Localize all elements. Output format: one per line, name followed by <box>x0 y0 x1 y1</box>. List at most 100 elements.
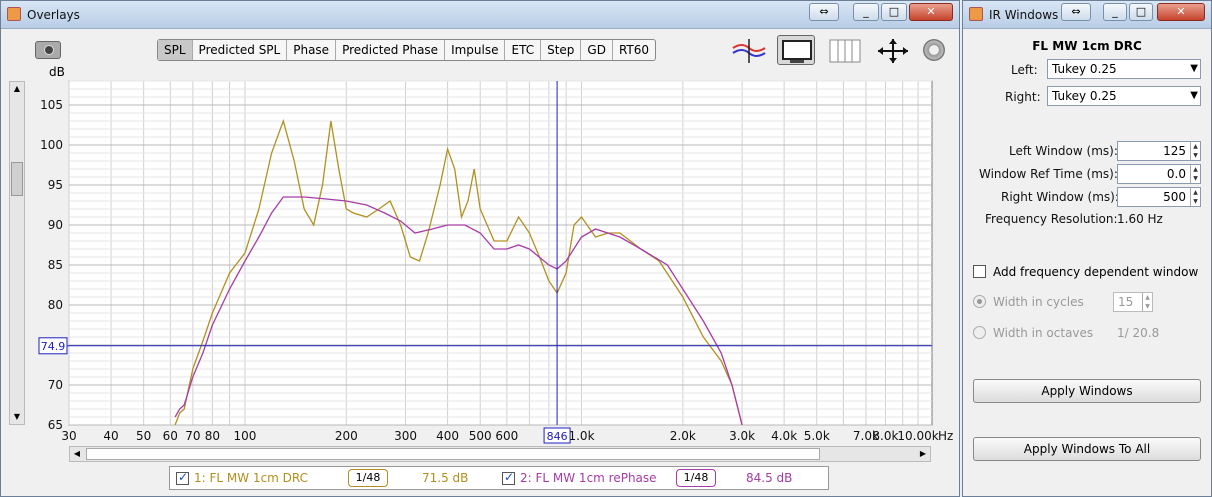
ir-maximize-button[interactable]: □ <box>1129 3 1153 21</box>
chevron-down-icon: ▼ <box>1190 90 1198 101</box>
ir-titlebar[interactable]: IR Windows ⇔ _ □ ✕ <box>963 1 1211 29</box>
gear-icon[interactable] <box>923 39 945 61</box>
cursor-x-label: 846 <box>547 430 568 443</box>
tab-etc[interactable]: ETC <box>505 40 542 60</box>
spl-chart[interactable]: 65 70 75 80 85 90 95 100 105 30 40 50 60 70 80 100 200 30… <box>1 1 961 446</box>
ir-panel: FL MW 1cm DRC Left: Tukey 0.25 ▼ Right: … <box>969 31 1205 491</box>
left-window-type-select[interactable]: Tukey 0.25 ▼ <box>1047 59 1201 79</box>
left-window-spinner[interactable]: ▲ ▼ <box>1190 142 1200 160</box>
ref-time-input[interactable]: 0.0 ▲ ▼ <box>1117 164 1201 184</box>
cursor-x-box <box>543 427 571 444</box>
right-window-type-select[interactable]: Tukey 0.25 ▼ <box>1047 86 1201 106</box>
y-tick-label: 95 <box>48 178 63 192</box>
apply-windows-button[interactable]: Apply Windows <box>973 379 1201 403</box>
tab-gd[interactable]: GD <box>581 40 613 60</box>
legend-label-2: 2: FL MW 1cm rePhase <box>520 471 657 485</box>
maximize-button[interactable]: □ <box>881 3 907 21</box>
width-cycles-input[interactable]: 15 ▲ ▼ <box>1113 292 1153 312</box>
tab-step[interactable]: Step <box>541 40 582 60</box>
legend-checkbox-2[interactable] <box>502 470 515 485</box>
left-window-ms-value: 125 <box>1163 144 1186 158</box>
window-title: Overlays <box>27 8 80 22</box>
graph-tabs: SPL Predicted SPL Phase Predicted Phase Impu… <box>157 39 657 61</box>
x-tick-label: 40 <box>103 429 118 443</box>
freq-res-value: 1.60 Hz <box>1117 212 1163 226</box>
minimize-button[interactable]: _ <box>853 3 879 21</box>
series-line-1 <box>174 118 743 425</box>
vertical-scroll-thumb[interactable] <box>11 162 23 196</box>
x-tick-label: 100 <box>234 429 257 443</box>
hz-unit: Hz <box>938 429 953 443</box>
left-window-ms-input[interactable]: 125 ▲ ▼ <box>1117 141 1201 161</box>
legend-label-1: 1: FL MW 1cm DRC <box>194 471 309 485</box>
smoothing-badge-2[interactable]: 1/48 <box>676 469 716 487</box>
tab-spl[interactable]: SPL <box>158 40 193 60</box>
tab-predicted-spl[interactable]: Predicted SPL <box>193 40 288 60</box>
y-tick-label: 75 <box>48 338 63 352</box>
tab-rt60[interactable]: RT60 <box>613 40 655 60</box>
tab-phase[interactable]: Phase <box>287 40 337 60</box>
width-cycles-label: Width in cycles <box>993 295 1084 309</box>
ir-windows-window: IR Windows ⇔ _ □ ✕ FL MW 1cm DRC Left: T… <box>962 0 1212 497</box>
legend-item-2[interactable]: 2: FL MW 1cm rePhase 1/48 84.5 dB <box>502 469 822 487</box>
close-button[interactable]: ✕ <box>909 3 953 21</box>
x-tick-label: 4.0k <box>771 429 797 443</box>
width-octaves-radio[interactable] <box>973 326 986 339</box>
x-tick-label: 30 <box>61 429 76 443</box>
legend-level-1: 71.5 dB <box>422 471 469 485</box>
x-tick-label: 7.0k <box>853 429 879 443</box>
full-view-icon[interactable] <box>777 35 815 65</box>
left-window-type-label: Left: <box>1011 63 1038 77</box>
ref-time-label: Window Ref Time (ms): <box>979 167 1118 181</box>
apply-windows-to-all-button[interactable]: Apply Windows To All <box>973 437 1201 461</box>
y-tick-label: 90 <box>48 218 63 232</box>
legend-level-2: 84.5 dB <box>746 471 793 485</box>
y-tick-label: 70 <box>48 378 63 392</box>
x-tick-label: 50 <box>136 429 151 443</box>
zoom-arrows-icon[interactable] <box>873 35 911 65</box>
ir-restore-split-icon[interactable]: ⇔ <box>1061 3 1091 21</box>
x-tick-label: 70 <box>185 429 200 443</box>
horizontal-scroll-thumb[interactable] <box>86 448 820 460</box>
x-tick-label: 300 <box>394 429 417 443</box>
add-freq-window-checkbox[interactable] <box>973 265 986 278</box>
smoothing-value-2: 1/48 <box>683 471 709 484</box>
add-freq-window-label: Add frequency dependent window <box>993 265 1199 279</box>
right-window-ms-input[interactable]: 500 ▲ ▼ <box>1117 187 1201 207</box>
ir-minimize-button[interactable]: _ <box>1103 3 1127 21</box>
legend-checkbox-1[interactable] <box>176 470 189 485</box>
add-freq-window-row[interactable]: Add frequency dependent window <box>973 264 1203 282</box>
vertical-scrollbar[interactable]: ▲ ▼ <box>9 81 25 425</box>
ir-window-title: IR Windows <box>989 8 1059 22</box>
width-cycles-radio[interactable] <box>973 295 986 308</box>
width-octaves-value: 1/ 20.8 <box>1117 326 1160 340</box>
ref-time-value: 0.0 <box>1166 167 1186 181</box>
right-window-ms-value: 500 <box>1163 190 1186 204</box>
horizontal-scrollbar[interactable]: ◀ ▶ <box>69 446 931 462</box>
cursor-y-box <box>38 337 68 355</box>
y-tick-label: 65 <box>48 418 63 432</box>
width-octaves-label: Width in octaves <box>993 326 1094 340</box>
overlays-titlebar[interactable]: Overlays ⇔ _ □ ✕ <box>1 1 959 29</box>
x-tick-label: 500 <box>469 429 492 443</box>
stack-view-icon[interactable] <box>825 35 863 65</box>
x-tick-label: 8.0k <box>872 429 898 443</box>
y-tick-label: 80 <box>48 298 63 312</box>
x-tick-label: 3.0k <box>729 429 755 443</box>
camera-icon[interactable] <box>35 41 61 59</box>
tab-impulse[interactable]: Impulse <box>445 40 506 60</box>
legend-item-1[interactable]: 1: FL MW 1cm DRC 1/48 71.5 dB <box>176 469 496 487</box>
restore-split-icon[interactable]: ⇔ <box>809 3 839 21</box>
right-window-ms-label: Right Window (ms): <box>1001 190 1119 204</box>
left-window-ms-label: Left Window (ms): <box>1009 144 1118 158</box>
x-tick-label: 2.0k <box>670 429 696 443</box>
tab-predicted-phase[interactable]: Predicted Phase <box>336 40 446 60</box>
smoothing-badge-1[interactable]: 1/48 <box>348 469 388 487</box>
right-window-type-label: Right: <box>1005 90 1041 104</box>
y-tick-label: 100 <box>40 138 63 152</box>
right-window-spinner[interactable]: ▲ ▼ <box>1190 188 1200 206</box>
overlay-mode-icon[interactable] <box>729 35 767 65</box>
ref-time-spinner[interactable]: ▲ ▼ <box>1190 165 1200 183</box>
ir-close-button[interactable]: ✕ <box>1157 3 1205 21</box>
width-cycles-spinner[interactable]: ▲ ▼ <box>1142 293 1152 311</box>
